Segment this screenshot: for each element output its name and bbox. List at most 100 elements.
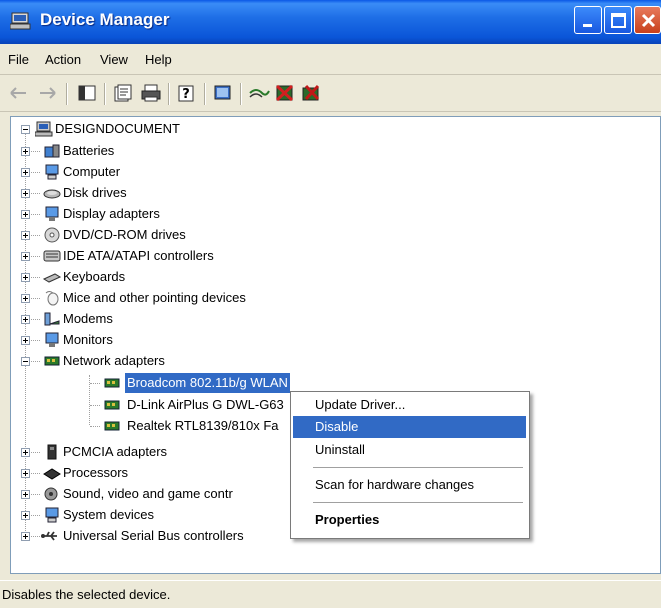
back-arrow-icon[interactable] [8,83,30,103]
collapse-toggle[interactable] [21,125,30,134]
menu-item-properties[interactable]: Properties [293,509,526,531]
expand-toggle[interactable] [21,315,30,324]
menu-item-label: Update Driver... [315,397,406,412]
minimize-icon [583,24,592,27]
processor-icon [43,468,61,480]
expand-toggle[interactable] [21,469,30,478]
network-adapter-icon [104,400,120,410]
update-driver-icon[interactable] [248,83,270,103]
print-icon[interactable] [140,83,162,103]
tree-item-label: Display adapters [63,206,160,221]
close-button[interactable] [634,6,661,34]
modem-icon [44,312,60,326]
tree-item-monitors[interactable]: Monitors [11,330,411,350]
forward-arrow-icon[interactable] [36,83,58,103]
expand-toggle[interactable] [21,532,30,541]
expand-toggle[interactable] [21,210,30,219]
tree-root-label: DESIGNDOCUMENT [55,121,180,136]
uninstall-icon[interactable] [274,83,296,103]
menu-item-uninstall[interactable]: Uninstall [293,439,526,461]
expand-toggle[interactable] [21,168,30,177]
expand-toggle[interactable] [21,294,30,303]
tree-item-label: Keyboards [63,269,126,284]
menu-file[interactable]: File [8,52,29,67]
menu-item-label: Disable [315,419,359,434]
menu-item-label: Uninstall [315,442,365,457]
expand-toggle[interactable] [21,273,30,282]
computer-icon [45,164,59,180]
ide-controller-icon [43,250,61,262]
expand-toggle[interactable] [21,231,30,240]
tree-item-label: Computer [63,164,121,179]
toolbar-separator [104,83,106,105]
expand-toggle[interactable] [21,511,30,520]
expand-toggle[interactable] [21,252,30,261]
toolbar: ? [0,75,661,112]
sound-icon [44,487,58,501]
tree-item-computer[interactable]: Computer [11,162,411,182]
tree-item-label: Sound, video and game contr [63,486,233,501]
tree-item-keyboards[interactable]: Keyboards [11,267,411,287]
tree-item-batteries[interactable]: Batteries [11,141,411,161]
menu-item-scan-hardware[interactable]: Scan for hardware changes [293,474,526,496]
toolbar-separator [66,83,68,105]
tree-item-modems[interactable]: Modems [11,309,411,329]
tree-item-network-adapters[interactable]: Network adapters [11,351,411,371]
title-bar[interactable]: Device Manager [0,0,661,44]
menu-separator [313,467,523,468]
network-adapter-icon [104,421,120,431]
device-manager-icon [10,12,31,30]
menu-view[interactable]: View [100,52,128,67]
tree-item-disk-drives[interactable]: Disk drives [11,183,411,203]
tree-connector [90,383,100,385]
tree-connector [90,405,100,407]
tree-item-display-adapters[interactable]: Display adapters [11,204,411,224]
menu-separator [313,502,523,503]
collapse-toggle[interactable] [21,357,30,366]
tree-item-label: System devices [63,507,155,522]
dvd-drive-icon [44,227,60,243]
context-menu: Update Driver... Disable Uninstall Scan … [290,391,530,539]
menu-item-label: Scan for hardware changes [315,477,474,492]
tree-item-label: Realtek RTL8139/810x Fa [127,418,279,433]
tree-item-label: PCMCIA adapters [63,444,168,459]
close-icon [641,13,656,28]
minimize-button[interactable] [574,6,602,34]
menu-help[interactable]: Help [145,52,172,67]
expand-toggle[interactable] [21,147,30,156]
toolbar-separator [204,83,206,105]
status-bar: Disables the selected device. [0,580,661,608]
tree-item-label: Processors [63,465,129,480]
tree-item-label: Disk drives [63,185,127,200]
scan-hardware-icon[interactable] [212,83,234,103]
menu-item-update-driver[interactable]: Update Driver... [293,394,526,416]
disable-icon[interactable] [300,83,322,103]
expand-toggle[interactable] [21,189,30,198]
tree-item-label: Modems [63,311,113,326]
expand-toggle[interactable] [21,336,30,345]
menu-item-disable[interactable]: Disable [293,416,526,438]
tree-item-label: Network adapters [63,353,165,368]
tree-item-ide-controllers[interactable]: IDE ATA/ATAPI controllers [11,246,411,266]
help-icon[interactable]: ? [176,83,198,103]
tree-item-label: DVD/CD-ROM drives [63,227,186,242]
keyboard-icon [43,273,61,283]
window-title: Device Manager [40,10,170,29]
tree-item-dvd-drives[interactable]: DVD/CD-ROM drives [11,225,411,245]
menu-action[interactable]: Action [45,52,81,67]
toolbar-separator [240,83,242,105]
expand-toggle[interactable] [21,448,30,457]
tree-item-label: Mice and other pointing devices [63,290,246,305]
maximize-button[interactable] [604,6,632,34]
network-adapter-icon [104,378,120,388]
tree-root[interactable]: DESIGNDOCUMENT [11,119,311,139]
show-hide-console-tree-icon[interactable] [76,83,98,103]
tree-item-mice[interactable]: Mice and other pointing devices [11,288,411,308]
tree-item-label: Broadcom 802.11b/g WLAN [125,373,290,393]
tree-item-broadcom-wlan[interactable]: Broadcom 802.11b/g WLAN [11,373,411,393]
properties-icon[interactable] [112,83,134,103]
tree-item-label: Universal Serial Bus controllers [63,528,244,543]
expand-toggle[interactable] [21,490,30,499]
device-manager-window: Device Manager File Action View Help ? D… [0,0,661,608]
computer-icon [35,121,53,137]
